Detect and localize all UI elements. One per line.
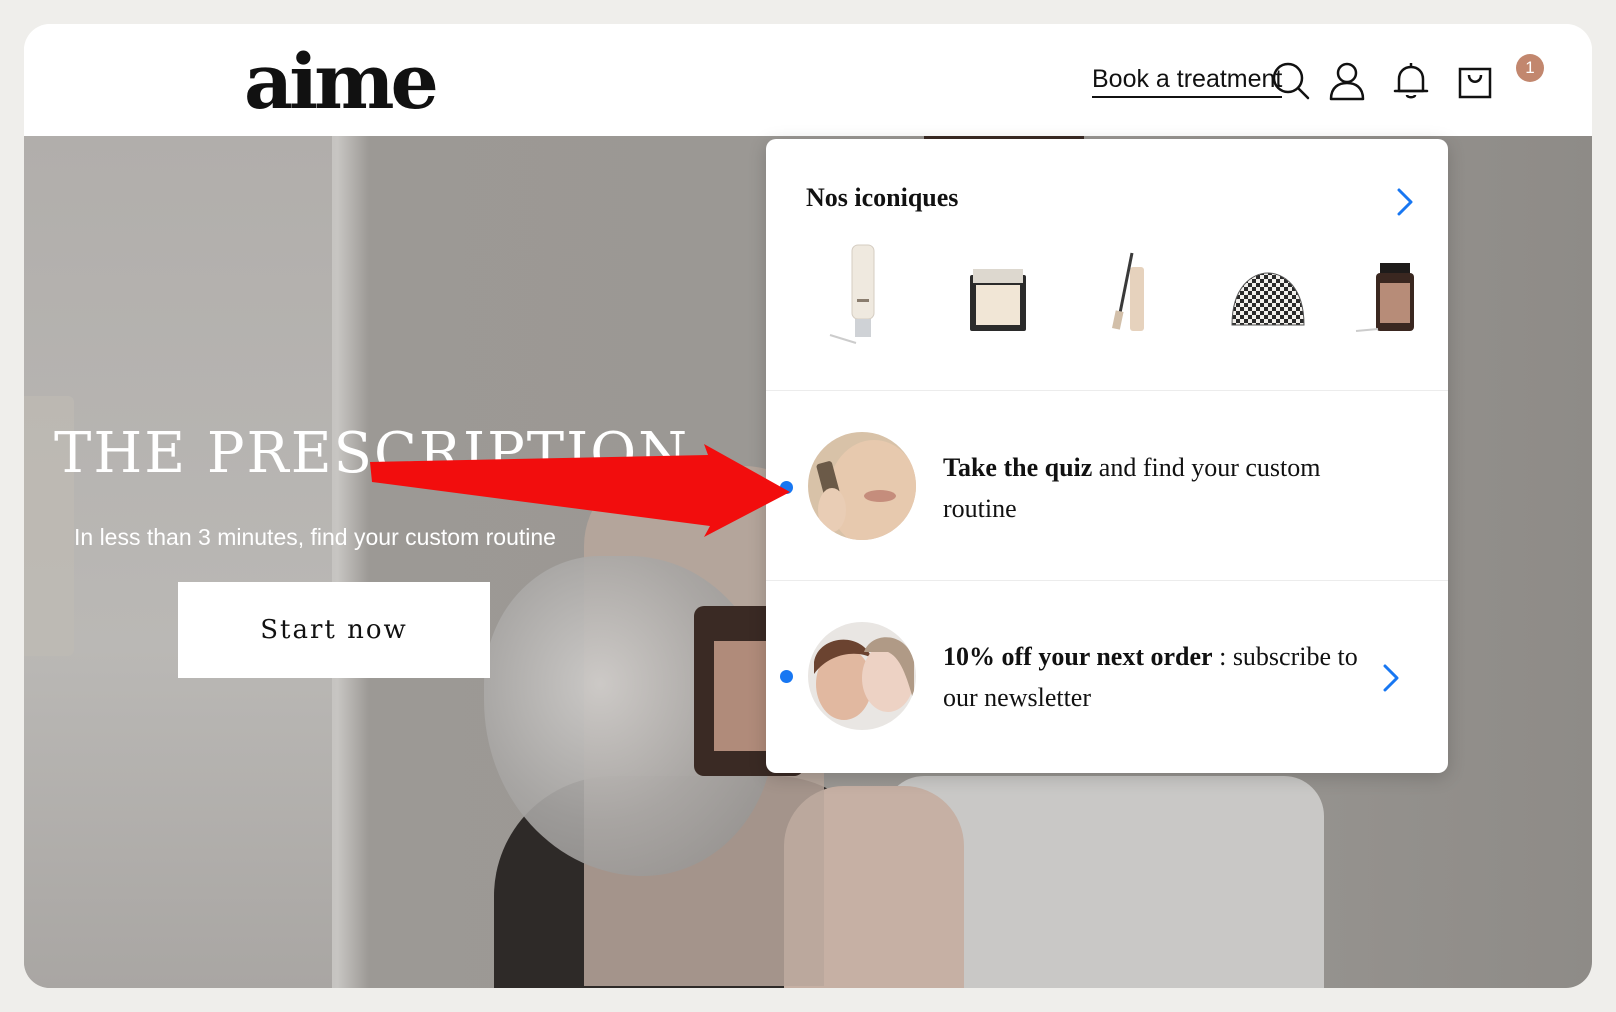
unread-dot [780,670,793,683]
quiz-text[interactable]: Take the quiz and find your custom routi… [943,447,1363,529]
hero-title: THE PRESCRIPTION [54,421,690,486]
search-icon[interactable] [1270,60,1312,102]
newsletter-avatar [808,622,916,730]
user-icon[interactable] [1326,60,1368,102]
newsletter-item[interactable]: 10% off your next order : subscribe to o… [766,581,1448,773]
supplement-jar-product[interactable] [1352,239,1432,349]
chevron-right-icon[interactable] [1377,662,1403,694]
aime-logo[interactable]: aime [244,44,439,120]
newsletter-text[interactable]: 10% off your next order : subscribe to o… [943,636,1363,718]
start-now-button[interactable]: Start now [178,582,490,678]
book-treatment-link[interactable]: Book a treatment [1092,65,1283,98]
iconics-title: Nos iconiques [806,183,959,212]
compact-product[interactable] [960,239,1040,349]
cart-count-badge: 1 [1516,54,1544,82]
pouch-product[interactable] [1228,239,1308,349]
quiz-text-bold: Take the quiz [943,453,1093,482]
cart-icon[interactable] [1454,60,1496,102]
quiz-avatar [808,432,916,540]
tube-product[interactable] [822,239,902,349]
site-header: aime Book a treatment 1 [24,24,1592,136]
hero-subtitle: In less than 3 minutes, find your custom… [74,524,556,550]
mascara-product[interactable] [1088,239,1168,349]
account-popup-menu: Nos iconiques Take the quiz and find you… [766,139,1448,773]
chevron-right-icon[interactable] [1391,186,1417,218]
quiz-item[interactable]: Take the quiz and find your custom routi… [766,391,1448,581]
newsletter-text-bold: 10% off your next order [943,642,1213,671]
browser-frame: aime Book a treatment 1 THE PRESCRIPTION… [24,24,1592,988]
unread-dot [780,481,793,494]
bell-icon[interactable] [1390,60,1432,102]
iconics-section[interactable]: Nos iconiques [766,139,1448,391]
